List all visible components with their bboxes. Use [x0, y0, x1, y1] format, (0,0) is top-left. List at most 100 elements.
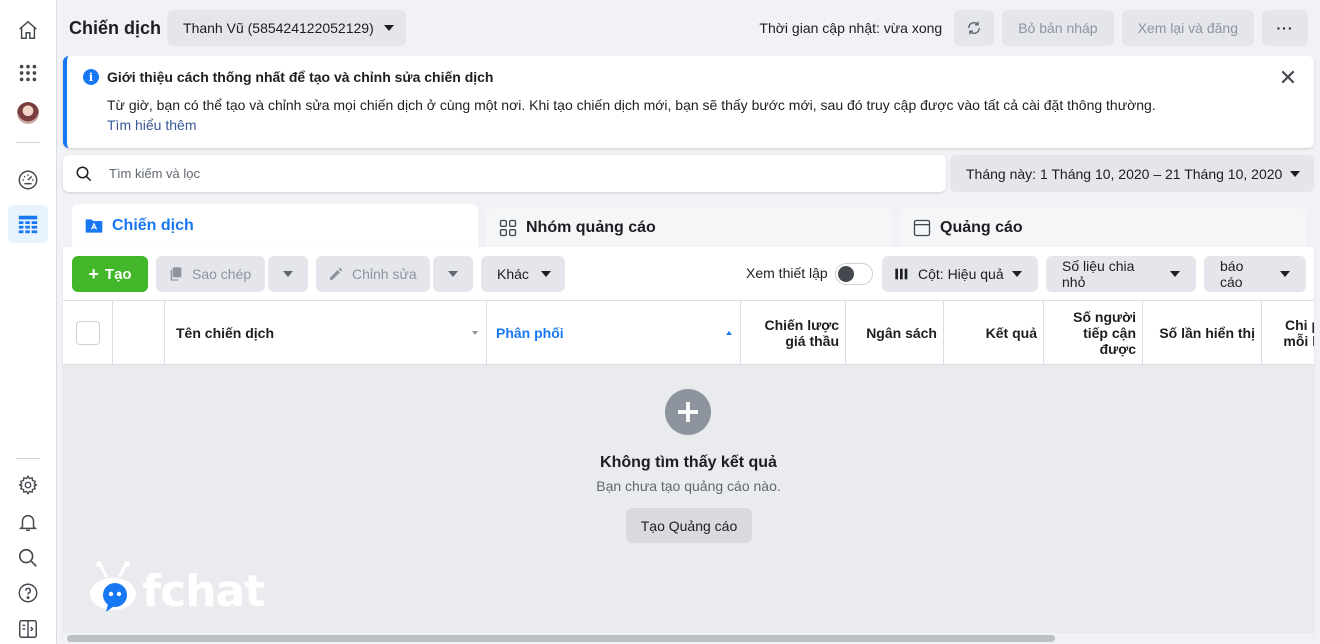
column-label: Tên chiến dịch [176, 325, 275, 341]
campaigns-table-icon[interactable] [8, 205, 48, 243]
preview-setup-toggle[interactable] [835, 263, 873, 285]
edit-dropdown-button[interactable] [433, 256, 473, 292]
chevron-down-icon [383, 25, 394, 31]
settings-gear-icon[interactable] [8, 466, 48, 504]
column-label: Số lần hiển thị [1159, 325, 1255, 341]
chevron-down-icon [448, 271, 458, 277]
info-banner: i Giới thiệu cách thống nhất để tạo và c… [63, 56, 1314, 148]
search-input[interactable] [109, 166, 809, 181]
home-icon[interactable] [8, 11, 48, 49]
reports-button[interactable]: báo cáo [1204, 256, 1306, 292]
horizontal-scrollbar[interactable] [63, 633, 1314, 644]
other-label: Khác [497, 266, 529, 282]
refresh-button[interactable] [954, 10, 995, 46]
apps-grid-icon[interactable] [8, 54, 48, 92]
plus-icon: + [88, 264, 99, 284]
preview-setup-label: Xem thiết lập [746, 265, 828, 281]
rail-divider [16, 458, 40, 459]
search-bar [63, 155, 946, 192]
pencil-icon [330, 267, 343, 280]
notifications-bell-icon[interactable] [8, 503, 48, 541]
breakdown-label: Số liệu chia nhỏ [1062, 258, 1135, 290]
close-icon[interactable]: ✕ [1278, 67, 1298, 89]
date-range-selector[interactable]: Tháng này: 1 Tháng 10, 2020 – 21 Tháng 1… [950, 155, 1314, 192]
account-selector[interactable]: Thanh Vũ (585424122052129) [167, 10, 406, 46]
empty-state-subtitle: Bạn chưa tạo quảng cáo nào. [596, 478, 781, 494]
column-label: Chi p [1285, 317, 1314, 333]
refresh-icon [968, 21, 981, 35]
toggle-knob [838, 266, 854, 282]
banner-title: Giới thiệu cách thống nhất để tạo và chỉ… [107, 69, 494, 85]
column-header-campaign-name[interactable]: Tên chiến dịch [165, 301, 487, 365]
discard-draft-button[interactable]: Bỏ bản nháp [1002, 10, 1114, 46]
folder-icon [85, 219, 103, 233]
create-button[interactable]: + Tạo [72, 256, 148, 292]
column-label: Kết quả [985, 325, 1037, 341]
date-range-label: Tháng này: 1 Tháng 10, 2020 – 21 Tháng 1… [966, 165, 1283, 182]
create-ad-button[interactable]: Tạo Quảng cáo [626, 508, 752, 543]
empty-state-title: Không tìm thấy kết quả [600, 454, 777, 471]
other-actions-button[interactable]: Khác [481, 256, 565, 292]
copy-button[interactable]: Sao chép [156, 256, 265, 292]
tab-ads[interactable]: Quảng cáo [900, 208, 1306, 248]
account-name: Thanh Vũ (585424122052129) [183, 20, 374, 36]
edit-label: Chỉnh sửa [352, 266, 417, 282]
avatar[interactable] [8, 94, 48, 132]
tab-ad-sets[interactable]: Nhóm quảng cáo [486, 208, 892, 248]
column-header-cost-per-result[interactable]: Chi pmỗi k [1262, 301, 1314, 365]
help-icon[interactable] [8, 574, 48, 612]
grid-squares-icon [499, 219, 517, 237]
columns-label: Cột: Hiệu quả [918, 266, 1004, 282]
rail-divider [16, 142, 40, 143]
dashboard-gauge-icon[interactable] [8, 161, 48, 199]
column-label: được [1099, 341, 1136, 357]
chevron-down-icon [1280, 271, 1290, 277]
ad-window-icon [913, 219, 931, 237]
avatar-image [17, 102, 39, 124]
toggle-column-header [113, 301, 165, 365]
scrollbar-thumb[interactable] [67, 635, 1055, 642]
review-publish-button[interactable]: Xem lại và đăng [1121, 10, 1254, 46]
sort-down-icon [472, 331, 478, 335]
reports-label: báo cáo [1220, 258, 1244, 290]
search-icon[interactable] [8, 539, 48, 577]
column-label: Chiến lược [764, 317, 839, 333]
watermark-text: fchat [142, 566, 265, 617]
tab-campaigns[interactable]: Chiến dịch [72, 204, 478, 248]
tab-label: Nhóm quảng cáo [526, 219, 656, 236]
column-label: giá thầu [785, 333, 839, 349]
chevron-down-icon [1011, 271, 1022, 277]
page-title: Chiến dịch [69, 17, 162, 38]
column-header-delivery[interactable]: Phân phối [487, 301, 741, 365]
column-label: Số người [1073, 309, 1136, 325]
column-header-budget[interactable]: Ngân sách [846, 301, 944, 365]
breakdown-button[interactable]: Số liệu chia nhỏ [1046, 256, 1196, 292]
select-all-cell [63, 301, 113, 365]
table-toolbar: + Tạo Sao chép Chỉnh sửa Khác Xem thiết … [63, 247, 1314, 301]
fchat-watermark: fchat [88, 560, 265, 617]
edit-button[interactable]: Chỉnh sửa [316, 256, 430, 292]
column-header-bid-strategy[interactable]: Chiến lược giá thầu [741, 301, 846, 365]
top-bar: Chiến dịch Thanh Vũ (585424122052129) Th… [57, 0, 1320, 56]
column-label: Ngân sách [866, 325, 937, 341]
chevron-down-icon [1170, 271, 1180, 277]
tab-label: Quảng cáo [940, 219, 1023, 236]
search-icon [76, 166, 92, 181]
banner-body: Từ giờ, bạn có thể tạo và chỉnh sửa mọi … [107, 97, 1156, 113]
create-label: Tạo [104, 265, 132, 283]
column-header-impressions[interactable]: Số lần hiển thị [1143, 301, 1262, 365]
select-all-checkbox[interactable] [76, 321, 100, 345]
chevron-down-icon [540, 271, 551, 277]
robot-logo-icon [90, 561, 136, 612]
learn-more-link[interactable]: Tìm hiểu thêm [107, 117, 196, 133]
more-options-button[interactable]: ··· [1262, 10, 1308, 46]
column-header-reach[interactable]: Số người tiếp cận được [1044, 301, 1143, 365]
columns-button[interactable]: Cột: Hiệu quả [882, 256, 1038, 292]
left-nav-rail [0, 0, 57, 644]
copy-dropdown-button[interactable] [268, 256, 308, 292]
side-panel-icon[interactable] [8, 610, 48, 644]
update-status: Thời gian cập nhật: vừa xong [759, 20, 943, 36]
tab-label: Chiến dịch [112, 217, 194, 234]
column-label: tiếp cận [1083, 325, 1136, 341]
column-header-results[interactable]: Kết quả [944, 301, 1044, 365]
